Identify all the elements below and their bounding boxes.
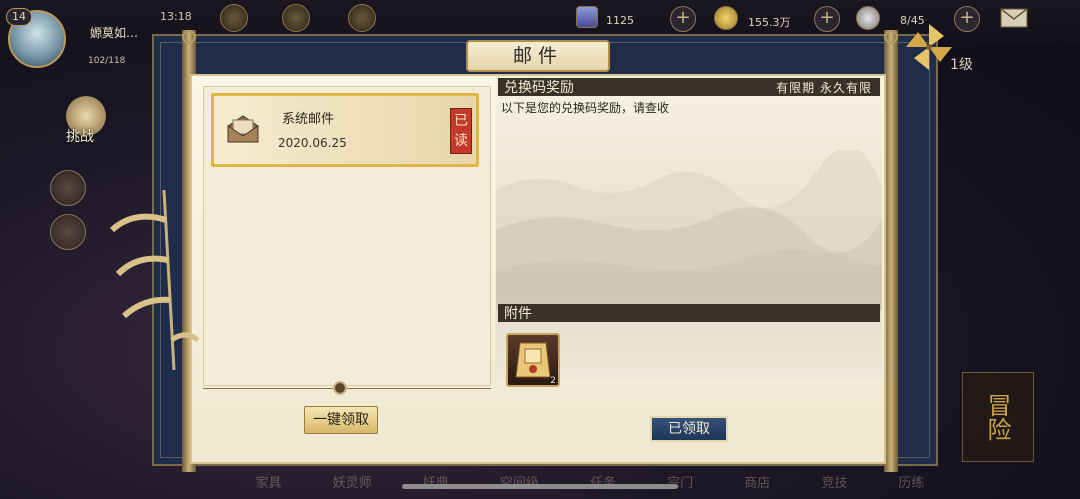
player-exp-text: 102/118 <box>88 56 126 66</box>
scroll-rod-right <box>884 30 898 472</box>
attachment-slot[interactable]: 2 <box>506 333 560 387</box>
envelope-icon <box>227 115 259 143</box>
chat-icon[interactable] <box>50 170 86 206</box>
clock-event-icon[interactable] <box>282 4 310 32</box>
player-name: 嫄莫如… <box>90 26 139 40</box>
mail-subject: 兑换码奖励 <box>504 80 574 96</box>
claim-all-button[interactable]: 一键领取 <box>304 406 378 434</box>
mail-list-item[interactable]: 系统邮件 2020.06.25 已读 <box>211 93 479 167</box>
title-ornament-right <box>612 50 628 62</box>
rod-hook-right <box>884 30 898 44</box>
mail-body-text: 以下是您的兑换码奖励，请查收 <box>501 101 670 115</box>
nav-training[interactable]: 历练 <box>898 472 924 496</box>
nav-furniture[interactable]: 家具 <box>256 472 282 496</box>
jade-currency-icon <box>576 6 598 28</box>
validity-label: 有限期 <box>776 81 816 95</box>
clock-time: 13:18 <box>160 10 192 23</box>
mail-item-date: 2020.06.25 <box>278 136 347 150</box>
mail-item-title: 系统邮件 <box>282 112 335 127</box>
attachments-label: 附件 <box>504 306 532 322</box>
pinwheel-decoration-icon <box>906 24 952 70</box>
add-jade-button[interactable]: + <box>670 6 696 32</box>
mail-icon[interactable] <box>1000 8 1028 28</box>
attachments-header-bar: 附件 <box>498 304 880 322</box>
validity-value: 永久有限 <box>819 81 872 95</box>
adventure-button[interactable]: 冒险 <box>962 372 1034 462</box>
add-coins-button[interactable]: + <box>814 6 840 32</box>
nav-spirit-master[interactable]: 妖灵师 <box>333 472 372 496</box>
gift-icon[interactable] <box>348 4 376 32</box>
nav-shop[interactable]: 商店 <box>744 472 770 496</box>
event-icon[interactable] <box>220 4 248 32</box>
coin-amount: 155.3万 <box>748 16 791 29</box>
mail-panel-title: 邮件 <box>466 40 610 72</box>
jade-amount: 1125 <box>606 14 634 27</box>
bamboo-decoration <box>109 190 200 370</box>
coin-currency-icon <box>714 6 738 30</box>
validity-text: 有限期 永久有限 <box>776 79 872 96</box>
ink-mountains-decoration <box>496 150 882 310</box>
title-ornament-left <box>448 50 464 62</box>
challenge-label: 挑战 <box>66 129 94 145</box>
nav-arena[interactable]: 竞技 <box>821 472 847 496</box>
add-stamina-button[interactable]: + <box>954 6 980 32</box>
attachment-count: 2 <box>550 376 556 386</box>
player-level-badge: 14 <box>6 8 32 26</box>
stamina-icon <box>856 6 880 30</box>
detail-header-bar: 兑换码奖励 有限期 永久有限 <box>498 78 880 96</box>
divider-ornament-icon <box>333 381 347 395</box>
claimed-button[interactable]: 已领取 <box>650 416 728 442</box>
friends-icon[interactable] <box>50 214 86 250</box>
system-nav-indicator <box>402 484 678 489</box>
rod-hook-left <box>182 30 196 44</box>
read-status-stamp: 已读 <box>450 108 472 154</box>
list-divider <box>203 388 491 389</box>
